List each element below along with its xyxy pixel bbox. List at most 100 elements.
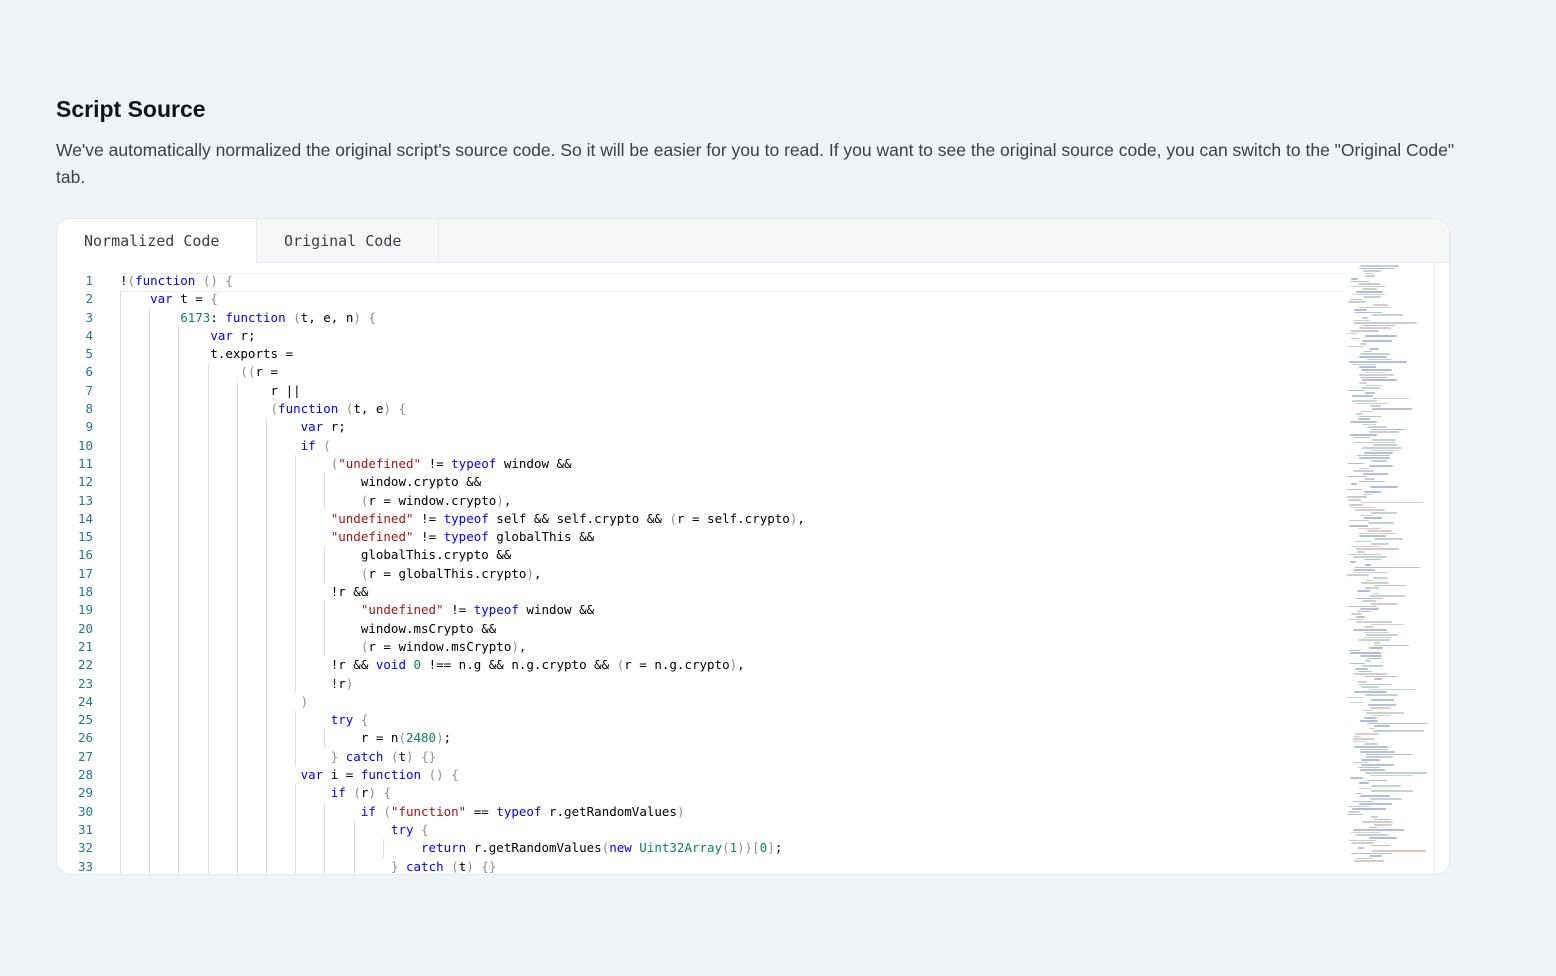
- minimap-line: [1365, 272, 1373, 275]
- indent-guide: [266, 857, 267, 874]
- minimap-line: [1367, 530, 1392, 532]
- minimap-line: [1355, 540, 1372, 543]
- line-number: 3: [85, 309, 93, 325]
- indent-guide: [236, 802, 238, 821]
- minimap-line: [1369, 431, 1399, 433]
- indent-guide: [295, 857, 297, 874]
- code-line: 6 ((r =: [57, 363, 805, 382]
- indent-guide: [295, 528, 297, 547]
- indent-guide: [353, 839, 355, 858]
- minimap-line: [1350, 280, 1369, 283]
- minimap-line: [1356, 621, 1392, 623]
- indent-guide: [120, 473, 121, 492]
- minimap-line: [1347, 696, 1363, 699]
- minimap-line: [1347, 574, 1369, 576]
- minimap-line: [1353, 761, 1369, 764]
- indent-guide: [324, 857, 326, 874]
- indent-guide: [178, 418, 180, 437]
- indent-guide: [266, 491, 267, 510]
- minimap-line: [1359, 267, 1395, 270]
- minimap-line: [1348, 605, 1377, 608]
- code-line: 11 ("undefined" != typeof window &&: [57, 454, 805, 474]
- minimap-line: [1354, 309, 1367, 311]
- code-text: return r.getRandomValues(new Uint32Array…: [421, 840, 783, 856]
- minimap-line: [1369, 348, 1379, 350]
- minimap-line: [1359, 415, 1381, 418]
- indent-guide: [207, 418, 209, 437]
- minimap-line: [1360, 769, 1385, 771]
- indent-guide: [324, 839, 326, 858]
- line-number: 11: [77, 455, 93, 471]
- minimap-line: [1365, 371, 1385, 374]
- code-line: 4 var r;: [57, 326, 805, 346]
- minimap-line: [1371, 816, 1378, 818]
- indent-guide: [236, 820, 238, 840]
- indent-guide: [207, 766, 209, 785]
- minimap-line: [1350, 652, 1381, 654]
- minimap-line: [1347, 553, 1382, 556]
- tab-normalized-code[interactable]: Normalized Code: [57, 219, 257, 263]
- vertical-scrollbar[interactable]: [1434, 263, 1435, 874]
- minimap-line: [1366, 753, 1412, 756]
- minimap-line: [1359, 306, 1390, 309]
- indent-guide: [149, 766, 151, 785]
- indent-guide: [266, 656, 267, 675]
- indent-guide: [295, 454, 297, 474]
- code-text: "undefined" != typeof self && self.crypt…: [330, 510, 805, 526]
- code-editor[interactable]: 1 !(function () {2 var t = {3 6173: funct…: [57, 263, 1449, 874]
- minimap-line: [1349, 839, 1377, 842]
- indent-guide: [295, 711, 297, 730]
- tab-original-code[interactable]: Original Code: [257, 219, 439, 262]
- indent-guide: [178, 766, 180, 785]
- minimap-line: [1365, 275, 1375, 277]
- minimap-line: [1350, 506, 1375, 509]
- minimap-line: [1361, 582, 1389, 584]
- indent-guide: [236, 491, 238, 510]
- line-number: 1: [85, 273, 93, 288]
- line-number: 16: [77, 547, 93, 563]
- minimap-line: [1353, 293, 1385, 296]
- indent-guide: [236, 711, 238, 730]
- minimap-line: [1359, 535, 1386, 537]
- code-minimap[interactable]: [1347, 263, 1435, 874]
- minimap-line: [1348, 389, 1365, 392]
- indent-guide: [120, 766, 121, 785]
- minimap-line: [1358, 639, 1390, 641]
- indent-guide: [178, 729, 180, 748]
- code-line: 26 r = n(2480);: [57, 729, 805, 748]
- indent-guide: [178, 564, 180, 584]
- indent-guide: [178, 436, 180, 455]
- indent-guide: [236, 619, 238, 638]
- indent-guide: [120, 656, 121, 675]
- indent-guide: [207, 637, 209, 657]
- minimap-line: [1347, 488, 1362, 491]
- minimap-line: [1367, 779, 1387, 782]
- minimap-line: [1364, 491, 1381, 493]
- minimap-line: [1359, 356, 1387, 358]
- indent-guide: [120, 637, 121, 657]
- tab-bar: Normalized Code Original Code: [57, 219, 1449, 263]
- minimap-line: [1350, 777, 1363, 779]
- indent-guide: [149, 363, 151, 382]
- indent-guide: [120, 564, 121, 584]
- indent-guide: [236, 784, 238, 803]
- code-text: try {: [390, 821, 429, 837]
- indent-guide: [295, 509, 297, 529]
- code-text: r = n(2480);: [120, 730, 452, 746]
- minimap-line: [1367, 358, 1392, 361]
- indent-guide: [266, 784, 267, 803]
- code-text: !r &&: [120, 584, 369, 600]
- minimap-line: [1359, 366, 1376, 368]
- minimap-line: [1370, 603, 1398, 605]
- code-line: 3 6173: function (t, e, n) {: [57, 308, 805, 327]
- minimap-line: [1353, 569, 1375, 571]
- minimap-line: [1359, 327, 1391, 329]
- indent-guide: [207, 656, 209, 675]
- minimap-line: [1368, 522, 1394, 524]
- indent-guide: [207, 381, 209, 401]
- code-text: if (r) {: [330, 785, 391, 801]
- minimap-line: [1349, 525, 1368, 527]
- minimap-line: [1365, 694, 1398, 696]
- indent-guide: [149, 400, 151, 419]
- indent-guide: [236, 381, 238, 401]
